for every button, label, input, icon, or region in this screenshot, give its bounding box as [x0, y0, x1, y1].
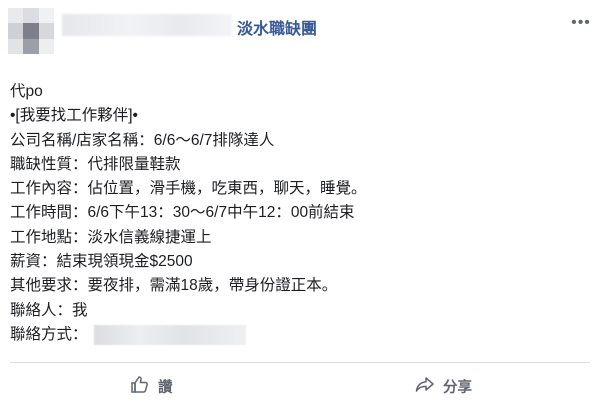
- facebook-post: 淡水職缺團 ••• 代po •[我要找工作夥伴]• 公司名稱/店家名稱：6/6～…: [0, 0, 600, 409]
- post-line: 工作內容：佔位置，滑手機，吃東西，聊天，睡覺。: [10, 180, 367, 198]
- contact-line: 聯絡方式：: [10, 323, 590, 347]
- post-line: 代po: [10, 83, 43, 100]
- post-line: 公司名稱/店家名稱：6/6～6/7排隊達人: [10, 131, 275, 149]
- like-button[interactable]: 讚: [130, 370, 173, 402]
- share-button[interactable]: 分享: [415, 370, 472, 402]
- post-header: 淡水職缺團 •••: [0, 0, 600, 64]
- post-text: 代po •[我要找工作夥伴]• 公司名稱/店家名稱：6/6～6/7排隊達人 職缺…: [10, 80, 590, 347]
- post-line: 其他要求：要夜排，需滿18歲，帶身份證正本。: [10, 277, 338, 295]
- post-line: 職缺性質：代排限量鞋款: [10, 155, 181, 173]
- post-line: •[我要找工作夥伴]•: [10, 107, 138, 125]
- redacted-author-name: [62, 14, 232, 36]
- avatar[interactable]: [8, 8, 54, 54]
- post-line: 工作地點：淡水信義線捷運上: [10, 228, 212, 246]
- post-line: 薪資：結束現領現金$2500: [10, 253, 193, 271]
- share-label: 分享: [443, 379, 472, 396]
- contact-label: 聯絡方式：: [10, 325, 88, 343]
- post-line: 工作時間：6/6下午13：30～6/7中午12：00前結束: [10, 204, 355, 222]
- post-line: 聯絡人：我: [10, 301, 88, 319]
- share-arrow-icon: [415, 374, 443, 398]
- thumbs-up-icon: [130, 374, 158, 398]
- more-options-icon[interactable]: •••: [571, 14, 590, 31]
- redacted-contact-info: [93, 325, 246, 346]
- action-divider: [10, 362, 590, 363]
- like-label: 讚: [158, 379, 173, 396]
- group-name-link[interactable]: 淡水職缺團: [237, 15, 317, 39]
- post-actions: 讚 分享: [0, 364, 600, 409]
